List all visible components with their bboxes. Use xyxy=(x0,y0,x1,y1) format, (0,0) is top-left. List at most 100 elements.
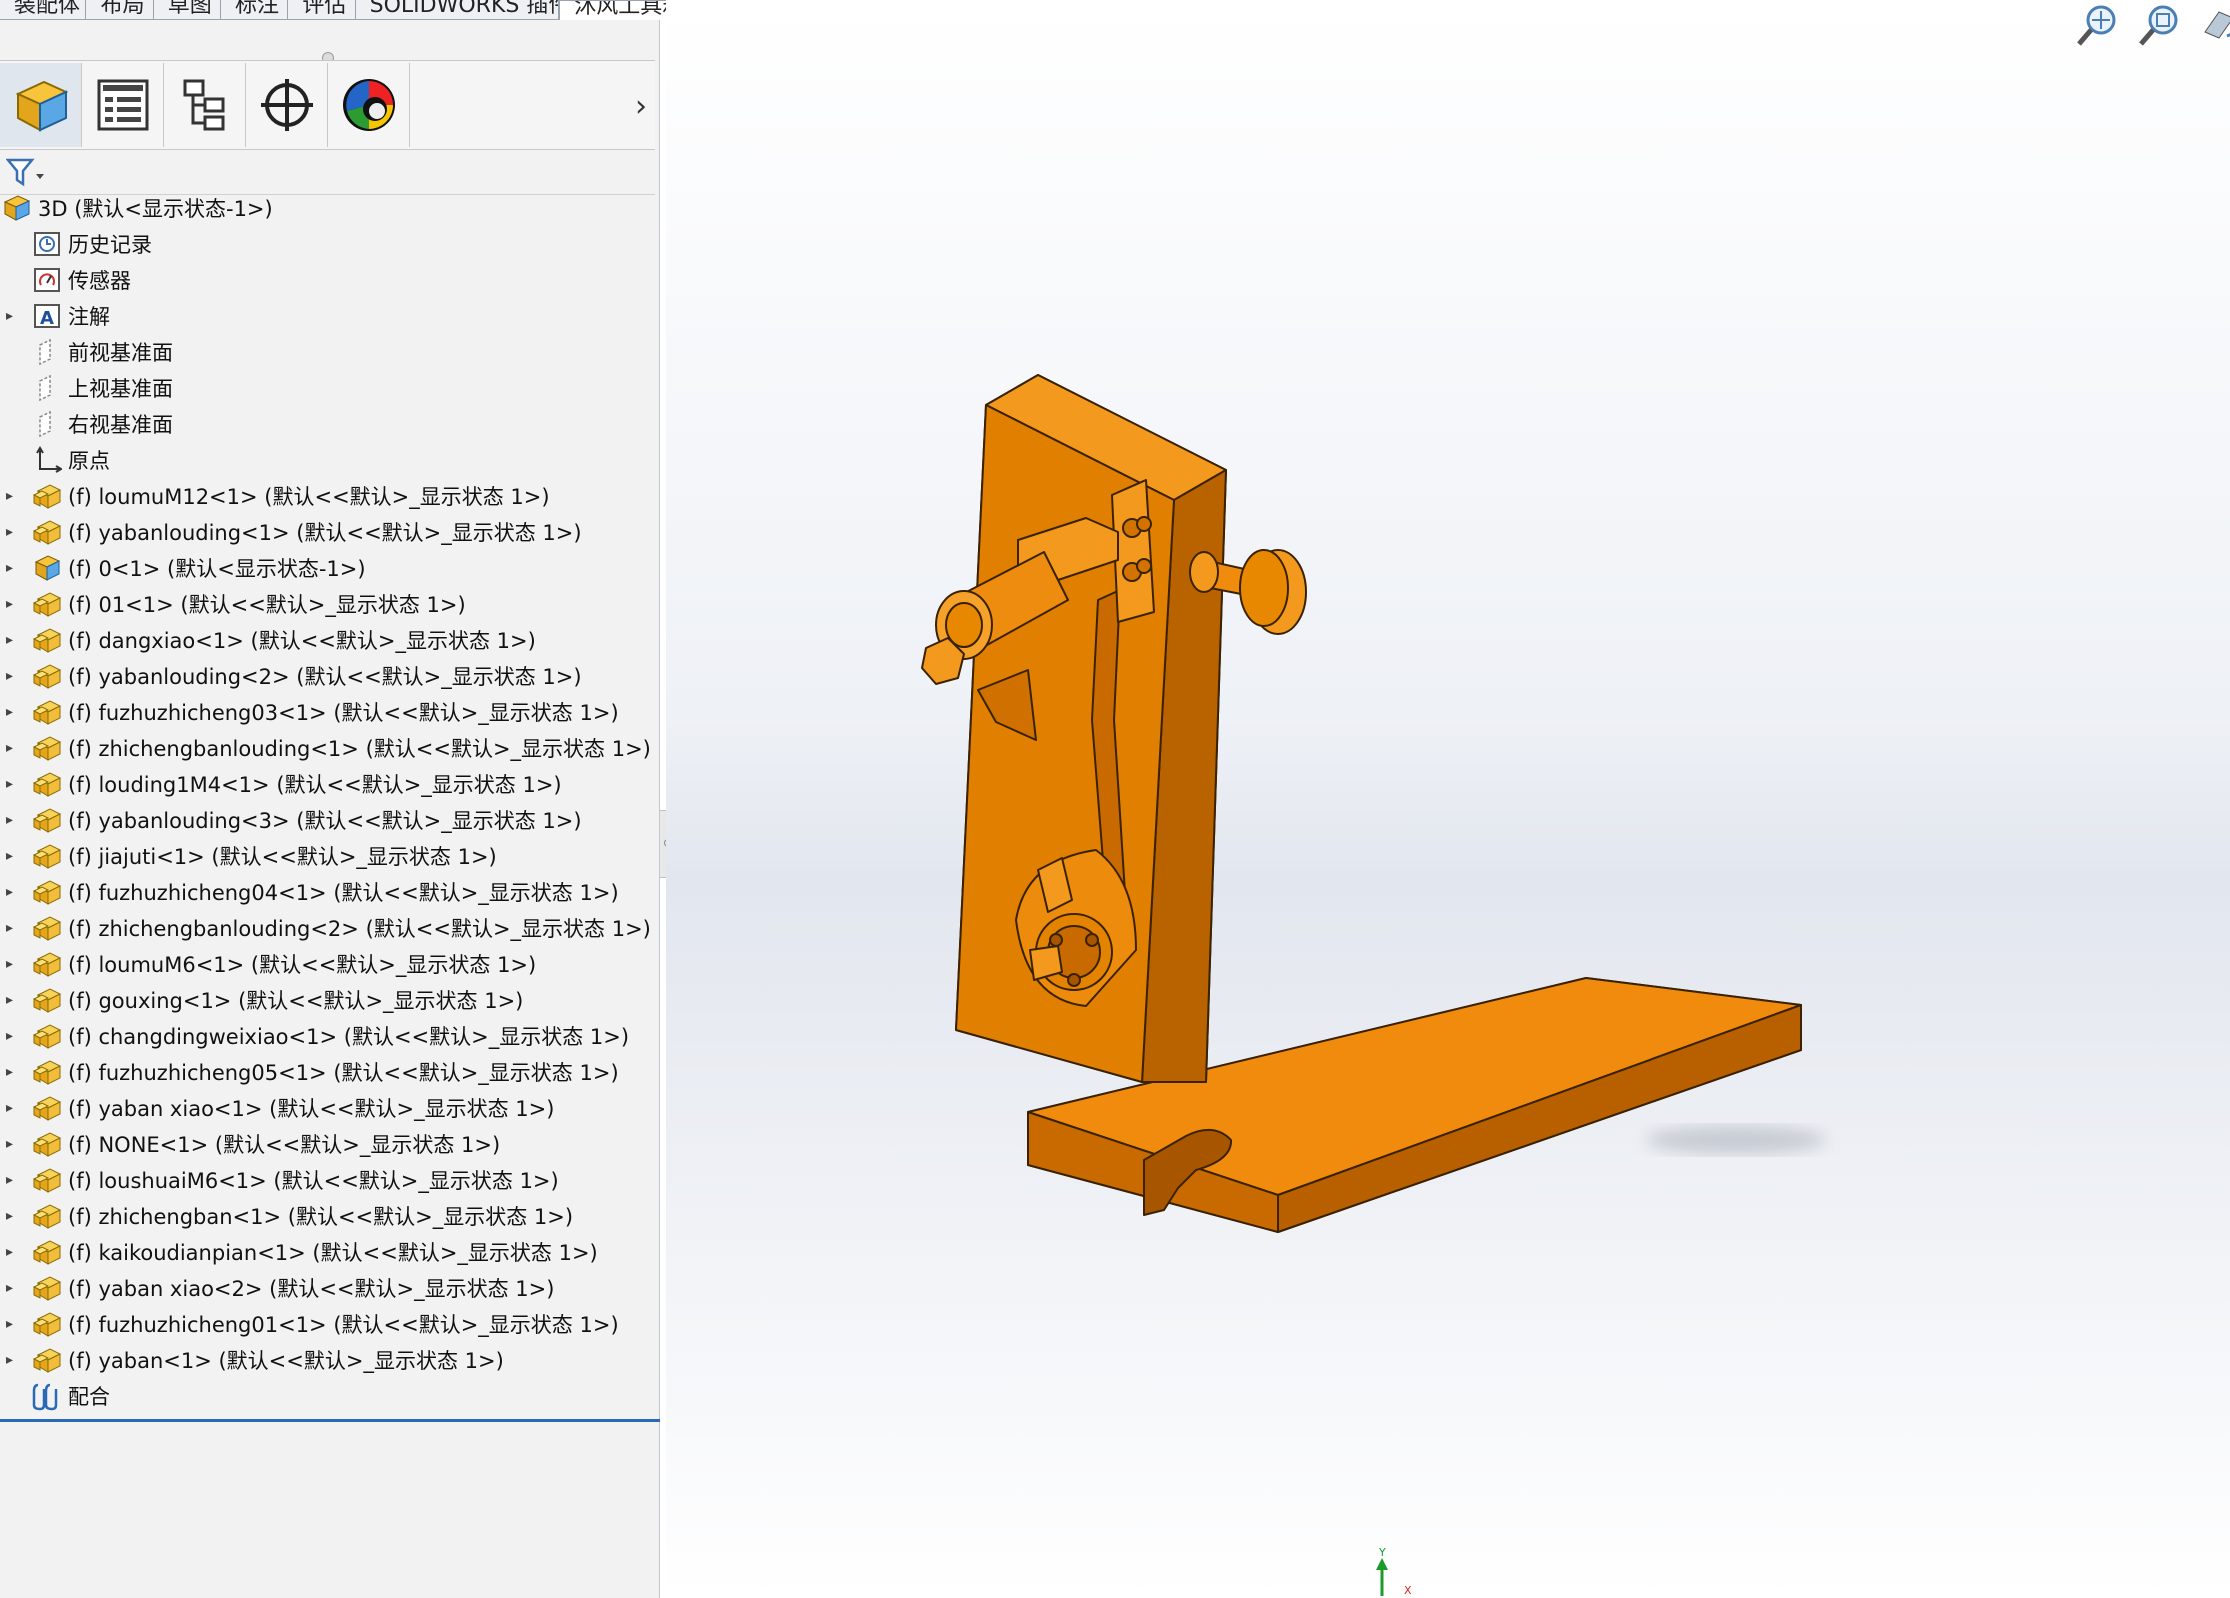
tab-5[interactable]: SOLIDWORKS 插件 xyxy=(355,0,560,20)
tree-end-marker xyxy=(0,1419,660,1422)
tree-component[interactable]: ▸ (f) zhichengban<1> (默认<<默认>_显示状态 1>) xyxy=(0,1198,655,1234)
tree-item-label: (f) fuzhuzhicheng01<1> (默认<<默认>_显示状态 1>) xyxy=(68,1313,619,1337)
display-manager-tab[interactable] xyxy=(328,63,410,147)
part-icon xyxy=(32,988,62,1013)
tree-component[interactable]: ▸ (f) kaikoudianpian<1> (默认<<默认>_显示状态 1>) xyxy=(0,1234,655,1270)
expand-arrow-icon[interactable]: ▸ xyxy=(6,632,18,648)
configuration-manager-tab[interactable] xyxy=(164,63,246,147)
part-icon xyxy=(32,1132,62,1157)
part-icon xyxy=(32,1096,62,1121)
expand-arrow-icon[interactable]: ▸ xyxy=(6,488,18,504)
part-icon xyxy=(32,1204,62,1229)
expand-arrow-icon[interactable]: ▸ xyxy=(6,1352,18,1368)
expand-arrow-icon[interactable]: ▸ xyxy=(6,956,18,972)
tree-item[interactable]: 历史记录 xyxy=(0,226,655,262)
tree-component[interactable]: ▸ (f) yabanlouding<3> (默认<<默认>_显示状态 1>) xyxy=(0,802,655,838)
assembly-model[interactable] xyxy=(666,0,2230,1598)
tree-item-label: (f) fuzhuzhicheng05<1> (默认<<默认>_显示状态 1>) xyxy=(68,1061,619,1085)
tab-4[interactable]: 评估 xyxy=(288,0,356,20)
part-icon xyxy=(32,628,62,653)
tree-component[interactable]: ▸ (f) yaban<1> (默认<<默认>_显示状态 1>) xyxy=(0,1342,655,1378)
tab-0[interactable]: 装配体 xyxy=(0,0,87,20)
expand-arrow-icon[interactable]: ▸ xyxy=(6,776,18,792)
tree-component[interactable]: ▸ (f) jiajuti<1> (默认<<默认>_显示状态 1>) xyxy=(0,838,655,874)
tab-1[interactable]: 布局 xyxy=(86,0,154,20)
plane-icon xyxy=(39,410,51,438)
expand-arrow-icon[interactable]: ▸ xyxy=(6,812,18,828)
tree-item-label: (f) yaban xiao<2> (默认<<默认>_显示状态 1>) xyxy=(68,1277,555,1301)
part-icon xyxy=(32,1312,62,1337)
tab-2[interactable]: 草图 xyxy=(153,0,222,20)
tree-component[interactable]: ▸ (f) yaban xiao<1> (默认<<默认>_显示状态 1>) xyxy=(0,1090,655,1126)
expand-arrow-icon[interactable]: ▸ xyxy=(6,1028,18,1044)
expand-arrow-icon[interactable]: ▸ xyxy=(6,884,18,900)
expand-arrow-icon[interactable]: ▸ xyxy=(6,596,18,612)
filter-icon[interactable] xyxy=(6,156,46,190)
tree-component[interactable]: ▸ (f) 01<1> (默认<<默认>_显示状态 1>) xyxy=(0,586,655,622)
expand-arrow-icon[interactable]: ▸ xyxy=(6,1136,18,1152)
sensor-icon xyxy=(34,268,60,292)
color-sphere-icon xyxy=(342,79,395,131)
expand-arrow-icon[interactable]: ▸ xyxy=(6,1172,18,1188)
tree-component[interactable]: ▸ (f) fuzhuzhicheng05<1> (默认<<默认>_显示状态 1>… xyxy=(0,1054,655,1090)
expand-arrow-icon[interactable]: ▸ xyxy=(6,704,18,720)
expand-arrow-icon[interactable]: ▸ xyxy=(6,560,18,576)
tree-item[interactable]: 配合 xyxy=(0,1378,655,1414)
panel-expand-arrow[interactable]: › xyxy=(635,89,647,124)
expand-arrow-icon[interactable]: ▸ xyxy=(6,1100,18,1116)
tree-component[interactable]: ▸ (f) dangxiao<1> (默认<<默认>_显示状态 1>) xyxy=(0,622,655,658)
expand-arrow-icon[interactable]: ▸ xyxy=(6,992,18,1008)
part-icon xyxy=(32,1276,62,1301)
tree-component[interactable]: ▸ (f) loumuM12<1> (默认<<默认>_显示状态 1>) xyxy=(0,478,655,514)
tree-component[interactable]: ▸ (f) loumuM6<1> (默认<<默认>_显示状态 1>) xyxy=(0,946,655,982)
property-manager-tab[interactable] xyxy=(82,63,164,147)
tree-component[interactable]: ▸ (f) NONE<1> (默认<<默认>_显示状态 1>) xyxy=(0,1126,655,1162)
tree-item-label: (f) loushuaiM6<1> (默认<<默认>_显示状态 1>) xyxy=(68,1169,559,1193)
expand-arrow-icon[interactable]: ▸ xyxy=(6,1244,18,1260)
tree-item[interactable]: 前视基准面 xyxy=(0,334,655,370)
expand-arrow-icon[interactable]: ▸ xyxy=(6,1316,18,1332)
tab-3[interactable]: 标注 xyxy=(221,0,289,20)
tree-component[interactable]: ▸ (f) 0<1> (默认<显示状态-1>) xyxy=(0,550,655,586)
tree-item[interactable]: 上视基准面 xyxy=(0,370,655,406)
tree-component[interactable]: ▸ (f) loushuaiM6<1> (默认<<默认>_显示状态 1>) xyxy=(0,1162,655,1198)
feature-manager-tab[interactable] xyxy=(0,63,82,147)
tree-item[interactable]: 原点 xyxy=(0,442,655,478)
property-list-icon xyxy=(97,79,148,131)
part-icon xyxy=(32,880,62,905)
tree-item-label: (f) fuzhuzhicheng03<1> (默认<<默认>_显示状态 1>) xyxy=(68,701,619,725)
part-icon xyxy=(32,772,62,797)
tree-item-label: 原点 xyxy=(68,449,110,473)
part-icon xyxy=(32,520,62,545)
tree-root[interactable]: 3D (默认<显示状态-1>) xyxy=(0,190,655,226)
dimxpert-manager-tab[interactable] xyxy=(246,63,328,147)
tree-item-label: 历史记录 xyxy=(68,233,152,257)
tree-component[interactable]: ▸ (f) fuzhuzhicheng03<1> (默认<<默认>_显示状态 1>… xyxy=(0,694,655,730)
tree-item[interactable]: 传感器 xyxy=(0,262,655,298)
tree-component[interactable]: ▸ (f) yabanlouding<2> (默认<<默认>_显示状态 1>) xyxy=(0,658,655,694)
expand-arrow-icon[interactable]: ▸ xyxy=(6,1064,18,1080)
tree-component[interactable]: ▸ (f) louding1M4<1> (默认<<默认>_显示状态 1>) xyxy=(0,766,655,802)
tree-item[interactable]: 右视基准面 xyxy=(0,406,655,442)
expand-arrow-icon[interactable]: ▸ xyxy=(6,740,18,756)
tree-component[interactable]: ▸ (f) changdingweixiao<1> (默认<<默认>_显示状态 1… xyxy=(0,1018,655,1054)
expand-arrow-icon[interactable]: ▸ xyxy=(6,308,18,324)
expand-arrow-icon[interactable]: ▸ xyxy=(6,524,18,540)
subassembly-icon xyxy=(34,555,61,581)
expand-arrow-icon[interactable]: ▸ xyxy=(6,1208,18,1224)
tree-component[interactable]: ▸ (f) zhichengbanlouding<1> (默认<<默认>_显示状态… xyxy=(0,730,655,766)
feature-manager-panel: › 3D (默认<显示状态-1>) 历史记录传感器 ▸ A 注解 前视基准面 上视基准面右… xyxy=(0,20,660,1598)
expand-arrow-icon[interactable]: ▸ xyxy=(6,848,18,864)
expand-arrow-icon[interactable]: ▸ xyxy=(6,920,18,936)
tree-component[interactable]: ▸ (f) gouxing<1> (默认<<默认>_显示状态 1>) xyxy=(0,982,655,1018)
graphics-area[interactable]: ▾▾▾▾▾▾ xyxy=(666,0,2230,1598)
tree-component[interactable]: ▸ (f) fuzhuzhicheng04<1> (默认<<默认>_显示状态 1>… xyxy=(0,874,655,910)
tree-component[interactable]: ▸ (f) yabanlouding<1> (默认<<默认>_显示状态 1>) xyxy=(0,514,655,550)
tree-component[interactable]: ▸ (f) fuzhuzhicheng01<1> (默认<<默认>_显示状态 1>… xyxy=(0,1306,655,1342)
tree-item[interactable]: ▸ A 注解 xyxy=(0,298,655,334)
tree-component[interactable]: ▸ (f) zhichengbanlouding<2> (默认<<默认>_显示状态… xyxy=(0,910,655,946)
expand-arrow-icon[interactable]: ▸ xyxy=(6,668,18,684)
tree-item-label: (f) 01<1> (默认<<默认>_显示状态 1>) xyxy=(68,593,466,617)
tree-component[interactable]: ▸ (f) yaban xiao<2> (默认<<默认>_显示状态 1>) xyxy=(0,1270,655,1306)
expand-arrow-icon[interactable]: ▸ xyxy=(6,1280,18,1296)
